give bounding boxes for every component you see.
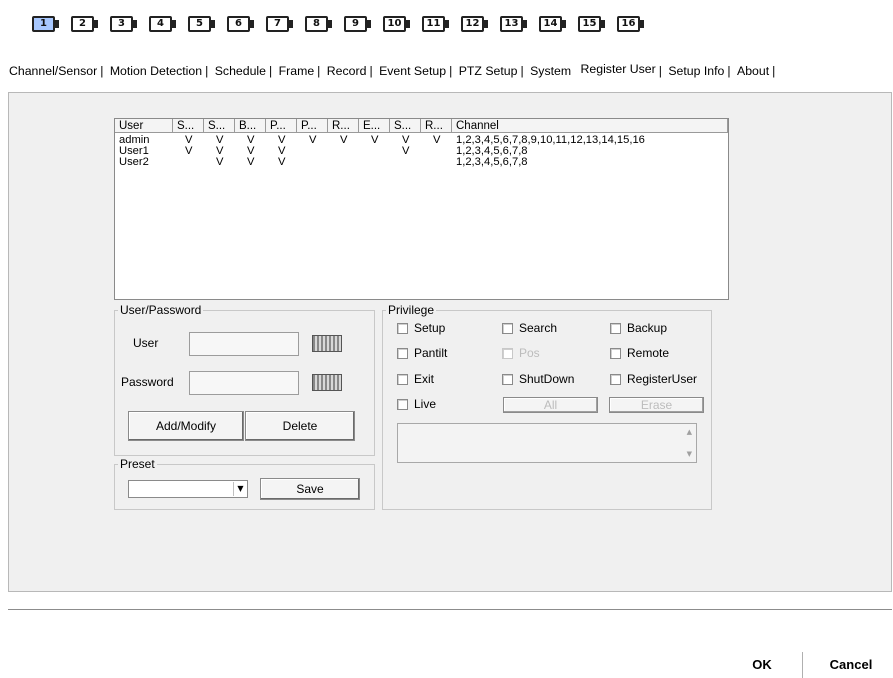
column-header-user[interactable]: User: [115, 119, 173, 133]
channel-11-icon[interactable]: 11: [422, 14, 451, 34]
footer-divider: [8, 609, 892, 610]
privilege-notes-textarea[interactable]: ▲ ▼: [397, 423, 697, 463]
tab-channel-sensor[interactable]: Channel/Sensor: [8, 64, 98, 78]
tab-event-setup[interactable]: Event Setup: [378, 64, 447, 78]
checkbox-backup[interactable]: [610, 323, 621, 334]
scroll-down-icon[interactable]: ▼: [687, 450, 692, 458]
column-header-registeruser[interactable]: R...: [421, 119, 452, 133]
channel-12-icon[interactable]: 12: [461, 14, 490, 34]
tab-motion-detection[interactable]: Motion Detection: [109, 64, 203, 78]
channel-1-icon[interactable]: 1: [32, 14, 61, 34]
footer-button-separator: [802, 652, 803, 678]
checkbox-shutdown[interactable]: [502, 374, 513, 385]
label-setup: Setup: [414, 321, 446, 335]
column-header-channel[interactable]: Channel: [452, 119, 728, 133]
cancel-button[interactable]: Cancel: [816, 657, 886, 672]
channel-3-icon[interactable]: 3: [110, 14, 139, 34]
keyboard-icon-password[interactable]: [312, 374, 342, 391]
password-input[interactable]: [189, 371, 299, 395]
channel-9-icon[interactable]: 9: [344, 14, 373, 34]
user-label: User: [133, 336, 159, 350]
user-input[interactable]: [189, 332, 299, 356]
user-list[interactable]: User S... S... B... P... P... R... E... …: [114, 118, 729, 300]
column-header-exit[interactable]: E...: [359, 119, 390, 133]
user-password-title: User/Password: [118, 303, 204, 317]
preset-save-button[interactable]: Save: [260, 478, 360, 500]
label-remote: Remote: [627, 346, 670, 360]
checkbox-exit[interactable]: [397, 374, 408, 385]
all-button[interactable]: All: [503, 397, 598, 413]
column-header-setup[interactable]: S...: [173, 119, 204, 133]
preset-select[interactable]: ▼: [128, 480, 248, 498]
chevron-down-icon[interactable]: ▼: [233, 482, 247, 496]
channel-14-icon[interactable]: 14: [539, 14, 568, 34]
channel-5-icon[interactable]: 5: [188, 14, 217, 34]
label-pantilt: Pantilt: [414, 346, 448, 360]
checkbox-pos[interactable]: [502, 348, 513, 359]
checkbox-pantilt[interactable]: [397, 348, 408, 359]
label-exit: Exit: [414, 372, 435, 386]
column-header-pantilt[interactable]: P...: [266, 119, 297, 133]
add-modify-button[interactable]: Add/Modify: [128, 411, 244, 441]
user-row-admin[interactable]: admin V V V V V V V V V 1,2,3,4,5,6,7,8,…: [115, 134, 728, 146]
column-header-pos[interactable]: P...: [297, 119, 328, 133]
tab-schedule[interactable]: Schedule: [214, 64, 267, 78]
channel-6-icon[interactable]: 6: [227, 14, 256, 34]
label-shutdown: ShutDown: [519, 372, 575, 386]
checkbox-remote[interactable]: [610, 348, 621, 359]
checkbox-registeruser[interactable]: [610, 374, 621, 385]
delete-button[interactable]: Delete: [245, 411, 355, 441]
channel-15-icon[interactable]: 15: [578, 14, 607, 34]
channel-16-icon[interactable]: 16: [617, 14, 646, 34]
ok-button[interactable]: OK: [740, 657, 784, 672]
checkbox-setup[interactable]: [397, 323, 408, 334]
checkbox-live[interactable]: [397, 399, 408, 410]
label-pos: Pos: [519, 346, 540, 360]
label-live: Live: [414, 397, 437, 411]
label-search: Search: [519, 321, 558, 335]
channel-7-icon[interactable]: 7: [266, 14, 295, 34]
tab-ptz-setup[interactable]: PTZ Setup: [458, 64, 519, 78]
preset-title: Preset: [118, 457, 157, 471]
column-header-search[interactable]: S...: [204, 119, 235, 133]
tab-system[interactable]: System: [529, 64, 572, 78]
column-header-shutdown[interactable]: S...: [390, 119, 421, 133]
user-row-user2[interactable]: User2 V V V 1,2,3,4,5,6,7,8: [115, 156, 728, 168]
label-backup: Backup: [627, 321, 668, 335]
column-header-backup[interactable]: B...: [235, 119, 266, 133]
scroll-up-icon[interactable]: ▲: [687, 428, 692, 436]
column-header-remote[interactable]: R...: [328, 119, 359, 133]
settings-tab-bar: Channel/Sensor | Motion Detection | Schedu…: [8, 62, 776, 78]
channel-13-icon[interactable]: 13: [500, 14, 529, 34]
tab-setup-info[interactable]: Setup Info: [667, 64, 725, 78]
tab-record[interactable]: Record: [326, 64, 368, 78]
user-row-user1[interactable]: User1 V V V V V 1,2,3,4,5,6,7,8: [115, 145, 728, 157]
user-list-header: User S... S... B... P... P... R... E... …: [115, 119, 728, 133]
channel-10-icon[interactable]: 10: [383, 14, 412, 34]
erase-button[interactable]: Erase: [609, 397, 704, 413]
checkbox-search[interactable]: [502, 323, 513, 334]
label-registeruser: RegisterUser: [627, 372, 698, 386]
keyboard-icon-user[interactable]: [312, 335, 342, 352]
channel-2-icon[interactable]: 2: [71, 14, 100, 34]
password-label: Password: [121, 375, 174, 389]
channel-4-icon[interactable]: 4: [149, 14, 178, 34]
tab-about[interactable]: About: [736, 64, 770, 78]
privilege-title: Privilege: [386, 303, 437, 317]
tab-register-user[interactable]: Register User: [580, 62, 657, 76]
tab-frame[interactable]: Frame: [278, 64, 316, 78]
channel-8-icon[interactable]: 8: [305, 14, 334, 34]
